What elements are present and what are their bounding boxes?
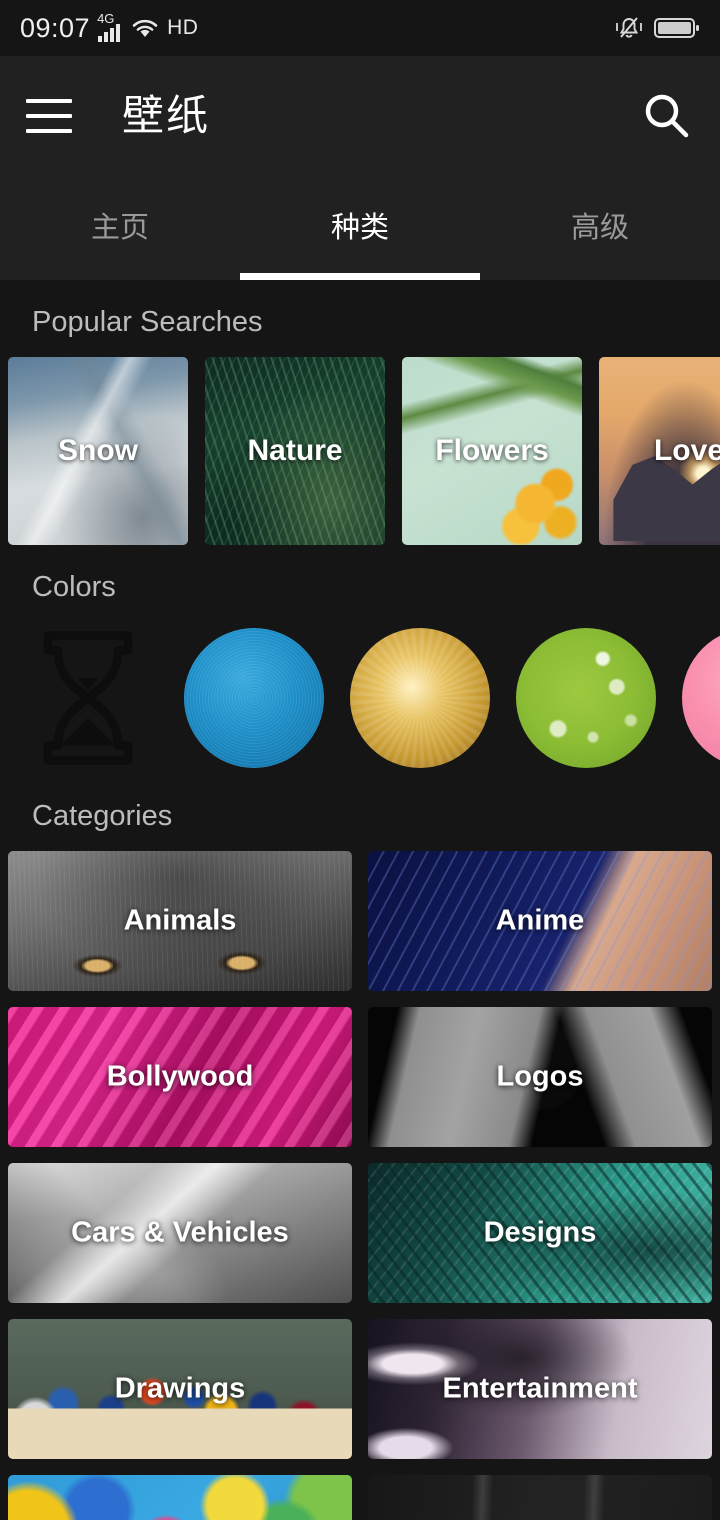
category-label: Animals bbox=[123, 904, 237, 937]
popular-search-label: Flowers bbox=[435, 434, 549, 467]
section-title-popular-searches: Popular Searches bbox=[32, 306, 263, 338]
popular-search-label: Snow bbox=[58, 434, 138, 467]
category-label: Cars & Vehicles bbox=[71, 1216, 289, 1249]
wifi-icon bbox=[130, 16, 160, 40]
color-swatch-green[interactable] bbox=[516, 628, 656, 768]
status-time: 09:07 bbox=[20, 12, 91, 43]
tab-bar: 主页 种类 高级 bbox=[0, 176, 720, 280]
section-title-colors: Colors bbox=[32, 571, 116, 603]
status-bar-left: 09:07 4G HD bbox=[20, 11, 199, 44]
category-card-entertainment[interactable]: Entertainment bbox=[368, 1319, 712, 1459]
category-label: Drawings bbox=[114, 1372, 246, 1405]
popular-search-label: Love bbox=[653, 434, 720, 467]
hamburger-menu-icon[interactable] bbox=[26, 99, 72, 133]
tab-home-label: 主页 bbox=[90, 212, 149, 244]
popular-search-card-love[interactable]: Love bbox=[599, 357, 720, 545]
category-label: Anime bbox=[495, 904, 585, 937]
popular-search-card-nature[interactable]: Nature bbox=[205, 357, 385, 545]
category-label: Designs bbox=[483, 1216, 597, 1249]
popular-search-label: Nature bbox=[247, 434, 343, 467]
category-card-drawings[interactable]: Drawings bbox=[8, 1319, 352, 1459]
signal-icon: 4G bbox=[97, 11, 123, 43]
category-card-animals[interactable]: Animals bbox=[8, 851, 352, 991]
hd-icon: HD bbox=[167, 16, 199, 39]
thumbnail-partial-left bbox=[8, 1475, 352, 1520]
category-label: Bollywood bbox=[106, 1060, 254, 1093]
popular-search-card-snow[interactable]: Snow bbox=[8, 357, 188, 545]
color-swatch-gold[interactable] bbox=[350, 628, 490, 768]
tab-categories-label: 种类 bbox=[330, 212, 389, 244]
colors-row[interactable] bbox=[0, 622, 720, 774]
color-swatch-pink[interactable] bbox=[682, 628, 720, 768]
tab-advanced[interactable]: 高级 bbox=[480, 176, 720, 280]
vibrate-icon bbox=[614, 14, 644, 42]
category-card-anime[interactable]: Anime bbox=[368, 851, 712, 991]
hourglass-icon bbox=[43, 631, 133, 765]
categories-grid: Animals Anime Bollywood Logos Cars & Veh… bbox=[0, 851, 720, 1520]
category-label: Logos bbox=[496, 1060, 584, 1093]
category-label: Entertainment bbox=[442, 1372, 638, 1405]
category-card-designs[interactable]: Designs bbox=[368, 1163, 712, 1303]
thumbnail-partial-right bbox=[368, 1475, 712, 1520]
app-bar: 壁纸 bbox=[0, 56, 720, 176]
popular-search-card-flowers[interactable]: Flowers bbox=[402, 357, 582, 545]
category-card-bollywood[interactable]: Bollywood bbox=[8, 1007, 352, 1147]
category-card-next-row-left[interactable] bbox=[8, 1475, 352, 1520]
tab-categories[interactable]: 种类 bbox=[240, 176, 480, 280]
battery-icon bbox=[654, 15, 700, 41]
tab-home[interactable]: 主页 bbox=[0, 176, 240, 280]
status-bar: 09:07 4G HD bbox=[0, 0, 720, 56]
popular-searches-row[interactable]: Snow Nature Flowers Love bbox=[0, 357, 720, 545]
network-type-label: 4G bbox=[97, 11, 115, 26]
category-card-next-row-right[interactable] bbox=[368, 1475, 712, 1520]
content-area: Popular Searches Snow Nature Flowers Lov… bbox=[0, 280, 720, 1520]
tab-advanced-label: 高级 bbox=[570, 212, 629, 244]
search-icon[interactable] bbox=[640, 89, 694, 143]
color-swatch-blue[interactable] bbox=[184, 628, 324, 768]
section-title-categories: Categories bbox=[32, 800, 173, 832]
category-card-cars-vehicles[interactable]: Cars & Vehicles bbox=[8, 1163, 352, 1303]
category-card-logos[interactable]: Logos bbox=[368, 1007, 712, 1147]
color-placeholder bbox=[18, 623, 158, 773]
page-title: 壁纸 bbox=[122, 92, 211, 139]
status-bar-right bbox=[614, 14, 700, 42]
